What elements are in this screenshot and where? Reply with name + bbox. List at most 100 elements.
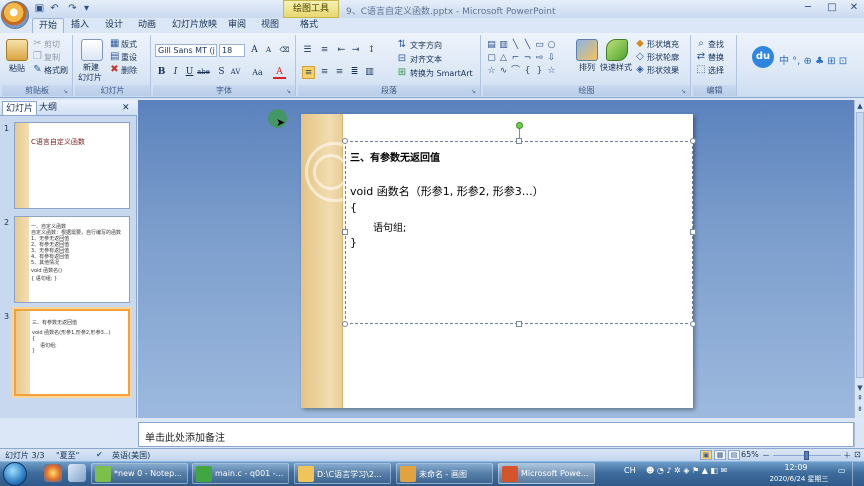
quick-styles-icon[interactable] (606, 39, 628, 61)
zoom-level[interactable]: 65% (741, 450, 759, 459)
rotate-handle[interactable] (516, 122, 523, 129)
shape-textbox-icon[interactable]: ▤ (486, 40, 497, 50)
vertical-scrollbar[interactable]: ▲ ▼ ⇞ ⇟ (854, 100, 864, 418)
slide-thumbnail-2[interactable]: 一、自定义函数 自定义函数：根据需要，自行编写的函数 1、无参无返回值 2、有参… (14, 216, 130, 303)
resize-handle[interactable] (690, 138, 696, 144)
slide-line[interactable]: } (350, 236, 357, 249)
shape-arc-icon[interactable]: ⌒ (510, 66, 521, 76)
next-slide-icon[interactable]: ⇟ (856, 405, 864, 413)
minimize-button[interactable]: ─ (802, 2, 814, 14)
tab-outline[interactable]: 大纲 (36, 101, 60, 115)
tab-slides[interactable]: 幻灯片 (2, 101, 38, 115)
convert-smartart-button[interactable]: 转换为 SmartArt (410, 68, 473, 79)
scroll-up-icon[interactable]: ▲ (856, 102, 864, 110)
input-language[interactable]: CH (624, 466, 636, 475)
char-spacing-icon[interactable]: AV (229, 66, 242, 79)
scroll-thumb[interactable] (856, 112, 864, 378)
arrange-button[interactable]: 排列 (579, 62, 595, 73)
qat-more-icon[interactable]: ▾ (81, 3, 92, 14)
baidu-logo-icon[interactable]: du (752, 46, 774, 68)
shape-star2-icon[interactable]: ☆ (546, 66, 557, 76)
shape-outline-button[interactable]: 形状轮廓 (647, 52, 679, 63)
clipboard-launcher-icon[interactable]: ↘ (63, 88, 70, 95)
select-button[interactable]: 选择 (708, 65, 724, 76)
align-left-icon[interactable]: ≡ (302, 66, 315, 79)
zoom-in-icon[interactable]: ＋ (843, 450, 851, 461)
task-qt[interactable]: main.c - q001 -... (192, 463, 289, 484)
shape-arrow-down-icon[interactable]: ⇩ (546, 53, 557, 63)
align-right-icon[interactable]: ≡ (333, 66, 346, 79)
notes-scrollbar[interactable] (854, 422, 864, 447)
explorer-icon[interactable] (68, 464, 86, 482)
shape-oval-icon[interactable]: ○ (546, 40, 557, 50)
maximize-button[interactable]: □ (826, 2, 838, 14)
tab-view[interactable]: 视图 (261, 18, 279, 33)
shape-line-icon[interactable]: ╲ (510, 40, 521, 50)
text-direction-button[interactable]: 文字方向 (410, 40, 442, 51)
shape-elbow-icon[interactable]: ⌐ (510, 53, 521, 63)
paste-button[interactable]: 粘贴 (9, 63, 25, 74)
start-button[interactable] (3, 462, 27, 486)
save-icon[interactable]: ▣ (34, 3, 45, 14)
slide-line[interactable]: { (350, 201, 357, 214)
clock-date[interactable]: 2020/6/24 星期三 (762, 474, 836, 484)
tab-slideshow[interactable]: 幻灯片放映 (172, 18, 217, 33)
task-notepad[interactable]: *new 0 - Notep... (91, 463, 188, 484)
resize-handle[interactable] (342, 229, 348, 235)
tab-home[interactable]: 开始 (32, 18, 65, 33)
resize-handle[interactable] (342, 321, 348, 327)
browser-icon[interactable] (44, 464, 62, 482)
show-desktop-button[interactable] (852, 462, 864, 486)
paragraph-launcher-icon[interactable]: ↘ (471, 88, 478, 95)
arrange-icon[interactable] (576, 39, 598, 61)
shape-line2-icon[interactable]: ╲ (522, 40, 533, 50)
selected-textbox[interactable]: 三、有参数无返回值 void 函数名（形参1, 形参2, 形参3…） { 语句组… (345, 141, 693, 324)
shape-arrow-right-icon[interactable]: ⇨ (534, 53, 545, 63)
clear-format-icon[interactable]: ⌫ (278, 44, 291, 57)
grow-font-icon[interactable]: A (248, 44, 261, 57)
zoom-out-icon[interactable]: － (762, 450, 770, 461)
shape-brace2-icon[interactable]: } (534, 66, 545, 76)
task-paint[interactable]: 未命名 - 画图 (396, 463, 493, 484)
spelling-icon[interactable]: ✔ (96, 450, 103, 459)
clock-time[interactable]: 12:09 (783, 463, 809, 472)
justify-icon[interactable]: ≣ (348, 66, 361, 79)
shape-textbox2-icon[interactable]: ▥ (498, 40, 509, 50)
copy-button[interactable]: 复制 (44, 52, 60, 63)
prev-slide-icon[interactable]: ⇞ (856, 394, 864, 402)
notification-icon[interactable]: ▭ (838, 466, 846, 475)
font-name-combo[interactable]: Gill Sans MT (j (155, 44, 217, 57)
cut-button[interactable]: 剪切 (44, 39, 60, 50)
resize-handle[interactable] (690, 229, 696, 235)
shape-curve-icon[interactable]: ∿ (498, 66, 509, 76)
quick-styles-button[interactable]: 快速样式 (600, 62, 632, 73)
line-spacing-icon[interactable]: ↕ (365, 44, 378, 57)
tab-design[interactable]: 设计 (105, 18, 123, 33)
slide-thumbnail-3[interactable]: 三、有参数无返回值 void 函数名(形参1,形参2,形参3...) { 语句组… (14, 309, 130, 396)
slide-thumbnail-1[interactable]: C语言自定义函数 (14, 122, 130, 209)
normal-view-icon[interactable]: ▣ (700, 450, 712, 460)
font-size-combo[interactable]: 18 (219, 44, 245, 57)
shape-star-icon[interactable]: ☆ (486, 66, 497, 76)
resize-handle[interactable] (516, 138, 522, 144)
shape-brace-icon[interactable]: { (522, 66, 533, 76)
new-slide-icon[interactable] (81, 39, 103, 61)
notes-placeholder[interactable]: 单击此处添加备注 (145, 429, 225, 444)
tab-review[interactable]: 审阅 (228, 18, 246, 33)
redo-icon[interactable]: ↷ (67, 3, 78, 14)
undo-icon[interactable]: ↶ (49, 3, 60, 14)
notes-pane[interactable]: 单击此处添加备注 (138, 422, 854, 447)
shadow-icon[interactable]: S (215, 66, 228, 79)
zoom-slider-thumb[interactable] (803, 451, 809, 460)
shape-triangle-icon[interactable]: △ (498, 53, 509, 63)
drawing-launcher-icon[interactable]: ↘ (681, 88, 688, 95)
reset-button[interactable]: 重设 (121, 52, 137, 63)
slide-heading[interactable]: 三、有参数无返回值 (350, 149, 440, 164)
bullets-icon[interactable]: ☰ (301, 44, 314, 57)
change-case-icon[interactable]: Aa (251, 66, 264, 79)
numbering-icon[interactable]: ≡ (318, 44, 331, 57)
task-powerpoint[interactable]: Microsoft Powe... (498, 463, 595, 484)
find-button[interactable]: 查找 (708, 39, 724, 50)
shape-fill-button[interactable]: 形状填充 (647, 39, 679, 50)
replace-button[interactable]: 替换 (708, 52, 724, 63)
